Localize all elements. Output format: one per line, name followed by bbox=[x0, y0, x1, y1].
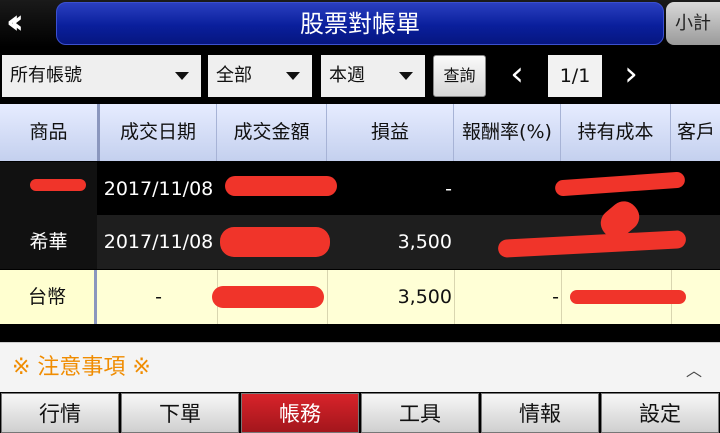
tab-order[interactable]: 下單 bbox=[121, 393, 239, 433]
chevron-up-icon[interactable]: ︿ bbox=[686, 357, 702, 381]
column-header-amount[interactable]: 成交金額 bbox=[217, 104, 327, 161]
account-select[interactable]: 所有帳號 bbox=[2, 55, 201, 97]
notice-panel[interactable]: ※ 注意事項 ※ ︿ bbox=[0, 342, 720, 392]
tab-account[interactable]: 帳務 bbox=[241, 393, 359, 433]
next-page-button[interactable]: › bbox=[611, 55, 651, 97]
bottom-tab-bar: 行情 下單 帳務 工具 情報 設定 bbox=[0, 392, 720, 433]
product-cell: 希華 bbox=[0, 215, 97, 269]
date-cell: - bbox=[155, 286, 162, 308]
column-header-date[interactable]: 成交日期 bbox=[100, 104, 217, 161]
profit-cell: 3,500 bbox=[397, 286, 452, 308]
title-bar: 股票對帳單 bbox=[56, 2, 664, 45]
column-header-customer[interactable]: 客戶 bbox=[671, 104, 720, 161]
column-divider bbox=[561, 270, 562, 324]
account-select-value: 所有帳號 bbox=[10, 65, 82, 86]
redaction-mark bbox=[570, 290, 686, 304]
tab-settings[interactable]: 設定 bbox=[601, 393, 719, 433]
redaction-mark bbox=[497, 230, 687, 258]
notice-label: ※ 注意事項 ※ bbox=[12, 355, 151, 380]
subtotal-button[interactable]: 小計 bbox=[666, 2, 720, 45]
product-cell: 台幣 bbox=[0, 270, 97, 324]
date-cell: 2017/11/08 bbox=[103, 178, 214, 200]
double-chevron-left-icon: ‹‹ bbox=[6, 2, 24, 42]
column-header-holding-cost[interactable]: 持有成本 bbox=[561, 104, 671, 161]
date-cell: 2017/11/08 bbox=[103, 231, 214, 253]
chevron-left-icon: ‹ bbox=[510, 54, 524, 94]
profit-cell: - bbox=[445, 178, 452, 200]
header-bar: ‹‹ 股票對帳單 小計 bbox=[0, 0, 720, 47]
column-header-return-rate[interactable]: 報酬率(%) bbox=[454, 104, 561, 161]
column-header-product[interactable]: 商品 bbox=[0, 104, 100, 161]
dropdown-caret-icon bbox=[399, 72, 413, 80]
redaction-mark bbox=[212, 286, 324, 308]
back-button[interactable]: ‹‹ bbox=[0, 0, 52, 47]
scope-select-value: 全部 bbox=[216, 65, 252, 86]
column-header-profit[interactable]: 損益 bbox=[327, 104, 454, 161]
redaction-mark bbox=[554, 171, 686, 197]
redaction-mark bbox=[225, 176, 337, 196]
table-header: 商品 成交日期 成交金額 損益 報酬率(%) 持有成本 客戶 bbox=[0, 104, 720, 161]
tab-info[interactable]: 情報 bbox=[481, 393, 599, 433]
return-rate-cell: - bbox=[552, 286, 559, 308]
chevron-right-icon: › bbox=[624, 54, 638, 94]
redaction-mark bbox=[220, 227, 330, 257]
query-button[interactable]: 查詢 bbox=[433, 55, 486, 97]
period-select-value: 本週 bbox=[329, 65, 365, 86]
dropdown-caret-icon bbox=[286, 72, 300, 80]
redaction-mark bbox=[30, 179, 86, 191]
period-select[interactable]: 本週 bbox=[321, 55, 425, 97]
page-title: 股票對帳單 bbox=[300, 10, 420, 38]
filter-bar: 所有帳號 全部 本週 查詢 ‹ 1/1 › bbox=[0, 47, 720, 104]
tab-quotes[interactable]: 行情 bbox=[1, 393, 119, 433]
dropdown-caret-icon bbox=[175, 72, 189, 80]
table-row[interactable]: 台幣 - 3,500 - bbox=[0, 270, 720, 324]
prev-page-button[interactable]: ‹ bbox=[497, 55, 537, 97]
scope-select[interactable]: 全部 bbox=[208, 55, 312, 97]
table-row[interactable]: 希華 2017/11/08 3,500 bbox=[0, 195, 720, 269]
page-indicator: 1/1 bbox=[548, 55, 602, 97]
spacer bbox=[0, 325, 720, 342]
profit-cell: 3,500 bbox=[397, 231, 452, 253]
tab-tools[interactable]: 工具 bbox=[361, 393, 479, 433]
